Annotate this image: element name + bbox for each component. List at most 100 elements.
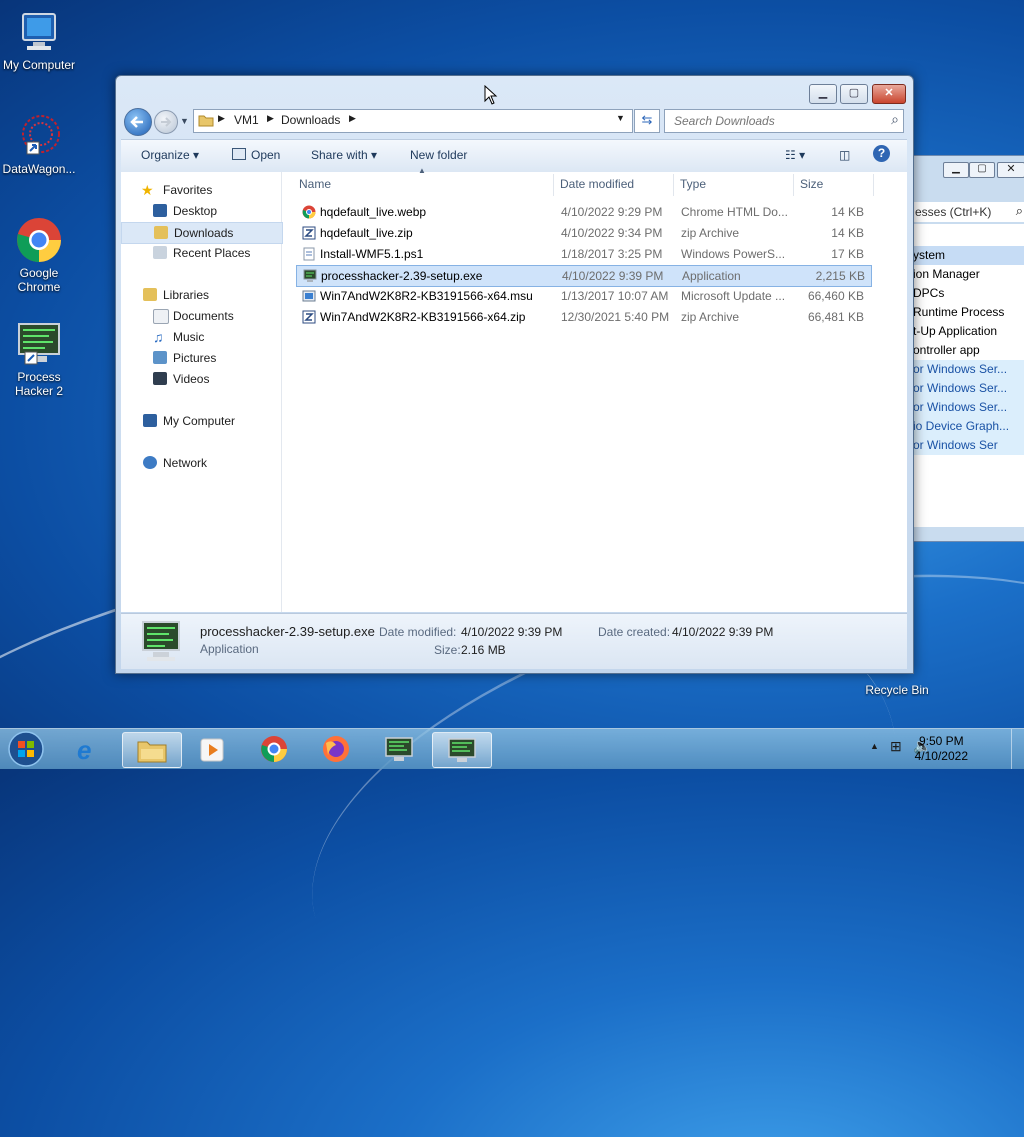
help-icon[interactable]: ? <box>873 145 890 162</box>
taskbar-process-hacker-setup-button[interactable] <box>432 732 492 768</box>
nav-desktop[interactable]: Desktop <box>121 201 281 221</box>
desktop-icon-recycle-bin[interactable]: Recycle Bin <box>858 683 936 697</box>
process-hacker-icon <box>15 320 63 368</box>
desktop-icon-datawagon[interactable]: DataWagon... <box>0 112 78 176</box>
taskbar-chrome-button[interactable] <box>246 732 304 766</box>
folder-icon <box>198 112 214 131</box>
column-divider[interactable] <box>793 174 794 196</box>
show-hidden-icons-chevron-icon[interactable]: ▲ <box>870 741 879 751</box>
process-hacker-icon <box>385 737 413 761</box>
search-input[interactable] <box>672 113 876 129</box>
details-file-name: processhacker-2.39-setup.exe <box>200 624 375 639</box>
minimize-button[interactable]: ▁ <box>809 84 837 104</box>
nav-recent-places[interactable]: Recent Places <box>121 243 281 263</box>
network-icon <box>143 456 157 469</box>
process-list[interactable]: ystem ion Manager DPCs Runtime Process t… <box>913 224 1024 527</box>
column-divider[interactable] <box>553 174 554 196</box>
file-row[interactable]: Install-WMF5.1.ps1 1/18/2017 3:25 PM Win… <box>296 244 870 264</box>
process-row[interactable]: or Windows Ser <box>913 436 1024 455</box>
nav-pictures[interactable]: Pictures <box>121 348 281 368</box>
process-row[interactable]: ontroller app <box>913 341 1024 360</box>
taskbar-process-hacker-button[interactable] <box>370 732 428 766</box>
process-row[interactable]: t-Up Application <box>913 322 1024 341</box>
maximize-button[interactable]: ▢ <box>969 162 995 178</box>
background-search-field[interactable]: esses (Ctrl+K) ⌕ <box>913 202 1024 222</box>
network-tray-icon[interactable]: ⊞ <box>890 738 902 755</box>
view-options-icon[interactable]: ☷ ▾ <box>785 148 805 162</box>
taskbar-explorer-button[interactable] <box>122 732 182 768</box>
process-row[interactable]: DPCs <box>913 284 1024 303</box>
nav-libraries[interactable]: Libraries <box>121 285 281 305</box>
nav-network[interactable]: Network <box>121 453 281 473</box>
forward-button[interactable] <box>154 110 178 134</box>
preview-pane-icon[interactable]: ◫ <box>839 148 850 162</box>
breadcrumb-separator-icon: ▶ <box>349 113 356 123</box>
desktop-icon-chrome[interactable]: Google Chrome <box>0 216 78 294</box>
column-divider[interactable] <box>673 174 674 196</box>
process-row[interactable]: or Windows Ser... <box>913 398 1024 417</box>
search-box[interactable]: ⌕ <box>664 109 904 133</box>
back-button[interactable] <box>124 108 152 136</box>
computer-icon <box>143 414 157 427</box>
close-button[interactable]: ✕ <box>872 84 906 104</box>
background-window[interactable]: ▁ ▢ ✕ esses (Ctrl+K) ⌕ ystem ion Manager… <box>912 155 1024 542</box>
column-header-type[interactable]: Type <box>680 177 706 191</box>
pictures-icon <box>153 351 167 364</box>
file-row[interactable]: hqdefault_live.zip 4/10/2022 9:34 PM zip… <box>296 223 870 243</box>
column-header-name[interactable]: Name <box>299 177 331 191</box>
app-icon <box>303 269 317 283</box>
new-folder-button[interactable]: New folder <box>410 148 467 162</box>
zip-icon <box>302 226 316 240</box>
process-row[interactable]: Runtime Process <box>913 303 1024 322</box>
refresh-button[interactable]: ⇆ <box>634 109 660 133</box>
internet-explorer-icon: e <box>77 735 92 765</box>
taskbar-firefox-button[interactable] <box>308 732 366 766</box>
breadcrumb-item[interactable]: Downloads <box>281 113 340 127</box>
media-player-icon <box>200 738 224 762</box>
close-button[interactable]: ✕ <box>997 162 1024 178</box>
nav-music[interactable]: ♫ Music <box>121 327 281 347</box>
back-arrow-icon <box>130 116 143 128</box>
file-row[interactable]: Win7AndW2K8R2-KB3191566-x64.zip 12/30/20… <box>296 307 870 327</box>
open-button[interactable]: Open <box>232 148 280 162</box>
column-header-size[interactable]: Size <box>800 177 823 191</box>
desktop-folder-icon <box>153 204 167 217</box>
recent-places-icon <box>153 246 167 259</box>
process-row[interactable]: or Windows Ser... <box>913 360 1024 379</box>
nav-videos[interactable]: Videos <box>121 369 281 389</box>
column-header-date[interactable]: Date modified <box>560 177 634 191</box>
nav-documents[interactable]: Documents <box>121 306 281 326</box>
organize-button[interactable]: Organize ▾ <box>141 148 199 162</box>
share-with-button[interactable]: Share with ▾ <box>311 148 377 162</box>
process-row[interactable]: or Windows Ser... <box>913 379 1024 398</box>
file-row-selected[interactable]: processhacker-2.39-setup.exe 4/10/2022 9… <box>296 265 872 287</box>
column-headers: Name ▲ Date modified Type Size <box>296 166 876 198</box>
process-row[interactable]: ystem <box>913 246 1024 265</box>
maximize-button[interactable]: ▢ <box>840 84 868 104</box>
nav-downloads[interactable]: Downloads <box>121 222 283 244</box>
search-icon: ⌕ <box>891 111 899 127</box>
system-clock[interactable]: 9:50 PM 4/10/2022 <box>915 734 968 764</box>
process-row[interactable]: io Device Graph... <box>913 417 1024 436</box>
taskbar-ie-button[interactable]: e <box>60 732 118 766</box>
desktop-icon-process-hacker[interactable]: Process Hacker 2 <box>0 320 78 398</box>
clock-date: 4/10/2022 <box>914 749 968 763</box>
details-date-modified-value: 4/10/2022 9:39 PM <box>461 625 563 639</box>
recent-pages-chevron-icon[interactable]: ▼ <box>180 116 189 126</box>
desktop-icon-my-computer[interactable]: My Computer <box>0 8 78 72</box>
nav-favorites[interactable]: ★ Favorites <box>121 180 281 200</box>
taskbar-media-player-button[interactable] <box>184 732 242 766</box>
process-row[interactable]: ion Manager <box>913 265 1024 284</box>
minimize-button[interactable]: ▁ <box>943 162 969 178</box>
nav-my-computer[interactable]: My Computer <box>121 411 281 431</box>
address-bar[interactable]: ▶ VM1 ▶ Downloads ▶ ▼ <box>193 109 633 133</box>
file-row[interactable]: Win7AndW2K8R2-KB3191566-x64.msu 1/13/201… <box>296 286 870 306</box>
start-button[interactable] <box>6 730 46 768</box>
file-row[interactable]: hqdefault_live.webp 4/10/2022 9:29 PM Ch… <box>296 202 870 222</box>
address-dropdown-icon[interactable]: ▼ <box>616 113 625 123</box>
explorer-window[interactable]: ▁ ▢ ✕ ▼ ▶ VM1 ▶ Downloads ▶ ▼ ⇆ ⌕ Organi… <box>115 75 914 674</box>
show-desktop-button[interactable] <box>1011 729 1024 769</box>
app-icon <box>139 620 183 667</box>
breadcrumb-item[interactable]: VM1 <box>234 113 259 127</box>
column-divider[interactable] <box>873 174 874 196</box>
